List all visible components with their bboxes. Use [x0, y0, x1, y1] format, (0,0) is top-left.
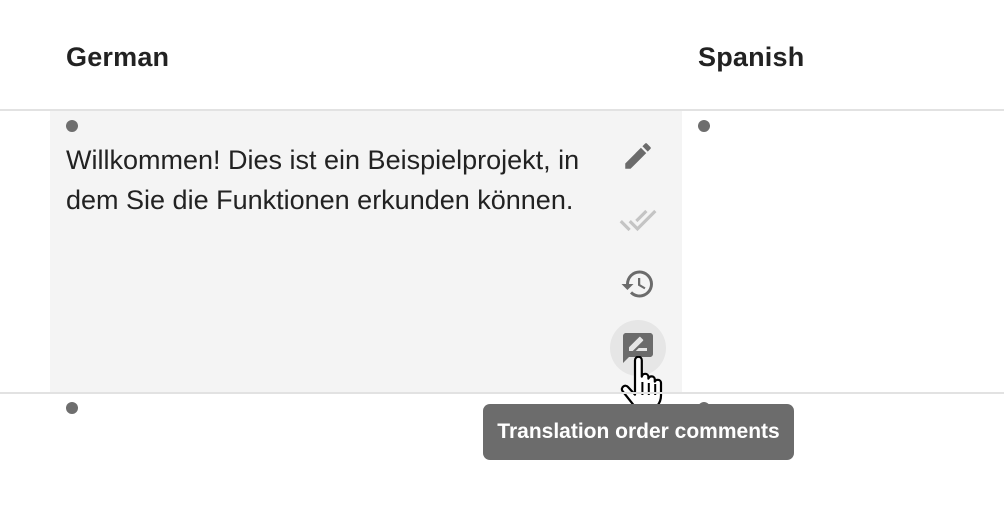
approve-button[interactable]	[610, 192, 666, 248]
column-header-spanish: Spanish	[698, 42, 805, 72]
edit-button[interactable]	[610, 128, 666, 184]
history-button[interactable]	[610, 256, 666, 312]
tooltip: Translation order comments	[483, 404, 794, 460]
status-dot	[66, 402, 78, 414]
column-header-german: German	[66, 42, 170, 72]
history-icon	[621, 270, 653, 298]
german-source-text: Willkommen! Dies ist ein Beispielprojekt…	[66, 145, 580, 215]
status-dot	[66, 120, 78, 132]
double-check-icon	[619, 209, 657, 232]
pencil-icon	[625, 143, 651, 169]
table-header: German Spanish	[0, 0, 1004, 111]
spanish-translation-cell[interactable]	[682, 111, 1004, 392]
row-divider	[0, 392, 1004, 394]
